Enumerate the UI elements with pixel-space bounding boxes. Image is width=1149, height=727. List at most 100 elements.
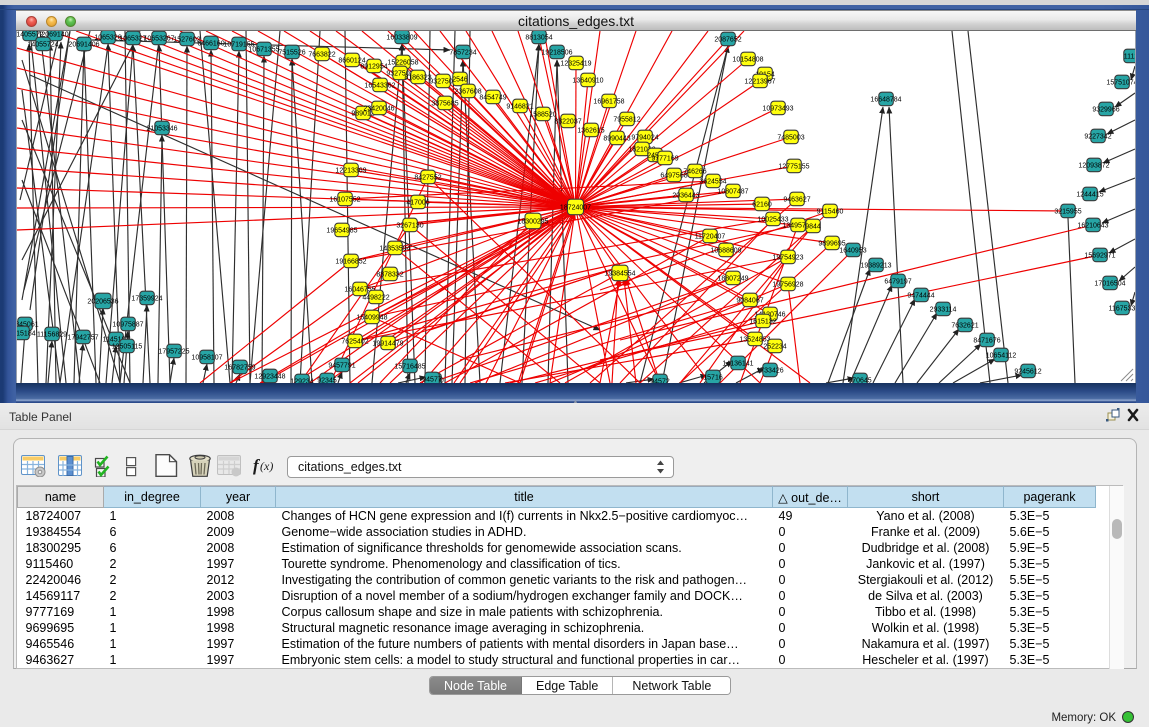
svg-text:7663822: 7663822 [308,51,335,58]
svg-text:3915184: 3915184 [17,330,36,337]
svg-text:8322037: 8322037 [554,118,581,125]
svg-text:9794024: 9794024 [631,134,658,141]
svg-text:7955812: 7955812 [613,116,640,123]
svg-text:15716: 15716 [703,374,723,381]
svg-text:11156829: 11156829 [37,331,67,338]
svg-text:17359924: 17359924 [131,295,162,302]
svg-text:16782759: 16782759 [224,364,255,371]
svg-text:16543362: 16543362 [364,82,395,89]
svg-text:7632621: 7632621 [951,322,978,329]
svg-text:3267130: 3267130 [396,222,423,229]
svg-text:18807249: 18807249 [717,275,748,282]
svg-text:9777169: 9777169 [651,155,678,162]
svg-text:9457791: 9457791 [328,362,355,369]
svg-text:9844: 9844 [805,223,821,230]
svg-text:1588520: 1588520 [529,111,556,118]
svg-text:129234: 129234 [290,378,313,383]
svg-text:15716485: 15716485 [394,363,425,370]
svg-text:1065326: 1065326 [94,34,121,41]
svg-text:9899695: 9899695 [818,240,845,247]
svg-text:21053346: 21053346 [146,125,177,132]
svg-text:2036443: 2036443 [672,192,699,199]
svg-text:417006: 417006 [406,199,429,206]
svg-text:16107552: 16107552 [329,196,360,203]
svg-text:17942757: 17942757 [67,334,98,341]
svg-text:746266: 746266 [683,168,706,175]
svg-text:10958107: 10958107 [191,354,222,361]
svg-text:2546: 2546 [452,76,468,83]
svg-text:16648784: 16648784 [870,96,901,103]
svg-text:94577: 94577 [422,376,442,383]
svg-text:16033809: 16033809 [386,34,417,41]
svg-text:14136141: 14136141 [722,360,753,367]
svg-text:1733426: 1733426 [756,367,783,374]
svg-text:11720407: 11720407 [695,233,726,240]
svg-text:62160: 62160 [752,201,772,208]
svg-text:2933114: 2933114 [930,306,957,313]
svg-text:8990443: 8990443 [603,135,630,142]
svg-text:10671355: 10671355 [248,46,279,53]
svg-text:10154808: 10154808 [732,56,763,63]
svg-text:15226058: 15226058 [387,59,418,66]
svg-text:2087652: 2087652 [714,36,741,43]
svg-text:8878332: 8878332 [376,271,403,278]
svg-text:10973493: 10973493 [762,105,793,112]
svg-text:15409948: 15409948 [356,314,387,321]
svg-text:17957225: 17957225 [158,348,189,355]
svg-text:10688609: 10688609 [710,247,741,254]
svg-text:1615132: 1615132 [749,318,776,325]
svg-text:19654985: 19654985 [326,227,357,234]
svg-text:7515526: 7515526 [278,49,305,56]
svg-text:8454749: 8454749 [479,94,506,101]
svg-text:8186323: 8186323 [404,74,431,81]
svg-text:20206536: 20206536 [87,298,118,305]
svg-text:20691406: 20691406 [68,41,99,48]
svg-text:12093872: 12093872 [1078,162,1109,169]
svg-text:18300295: 18300295 [517,218,548,225]
svg-text:13524853: 13524853 [739,336,770,343]
svg-text:8427552: 8427552 [414,174,441,181]
svg-text:3215955: 3215955 [1054,208,1081,215]
svg-text:9329966: 9329966 [1092,106,1119,113]
svg-text:1112: 1112 [1124,53,1135,60]
svg-text:9463627: 9463627 [783,196,810,203]
svg-text:252234: 252234 [763,343,786,350]
svg-text:8813054: 8813054 [525,34,552,41]
svg-text:12213967: 12213967 [744,78,775,85]
svg-text:1362615: 1362615 [577,127,604,134]
svg-text:7625402: 7625402 [341,338,368,345]
svg-text:1640953: 1640953 [839,247,866,254]
svg-text:14055724: 14055724 [27,41,58,48]
svg-text:8471676: 8471676 [973,337,1000,344]
svg-text:17016504: 17016504 [1094,280,1125,287]
svg-text:19384554: 19384554 [604,270,635,277]
svg-text:1167533: 1167533 [1109,305,1135,312]
svg-text:9146821: 9146821 [506,103,533,110]
svg-text:1244415: 1244415 [1076,191,1103,198]
svg-text:94572: 94572 [650,378,670,383]
svg-text:9474444: 9474444 [907,292,934,299]
svg-text:3875685: 3875685 [431,100,458,107]
svg-text:8912954: 8912954 [360,63,387,70]
svg-text:12775155: 12775155 [778,163,809,170]
svg-text:4498222: 4498222 [362,294,389,301]
svg-text:19389213: 19389213 [860,262,891,269]
svg-text:10807487: 10807487 [717,188,748,195]
svg-text:23420046: 23420046 [363,105,394,112]
svg-text:2367608: 2367608 [454,88,481,95]
svg-text:9245612: 9245612 [1014,368,1041,375]
svg-text:(x): (x) [260,459,273,473]
svg-text:19166852: 19166852 [335,258,366,265]
svg-text:18724007: 18724007 [560,204,591,211]
svg-text:13640910: 13640910 [572,77,603,84]
svg-text:14353594: 14353594 [379,245,410,252]
svg-text:10653267: 10653267 [143,35,174,42]
svg-text:7485003: 7485003 [777,134,804,141]
svg-text:19754923: 19754923 [772,254,803,261]
svg-text:6479197: 6479197 [884,278,911,285]
svg-text:15692971: 15692971 [1084,252,1115,259]
svg-text:12325419: 12325419 [560,60,591,67]
svg-text:15751074: 15751074 [1106,79,1135,86]
svg-text:19218506: 19218506 [541,49,572,56]
svg-text:12213369: 12213369 [335,167,366,174]
